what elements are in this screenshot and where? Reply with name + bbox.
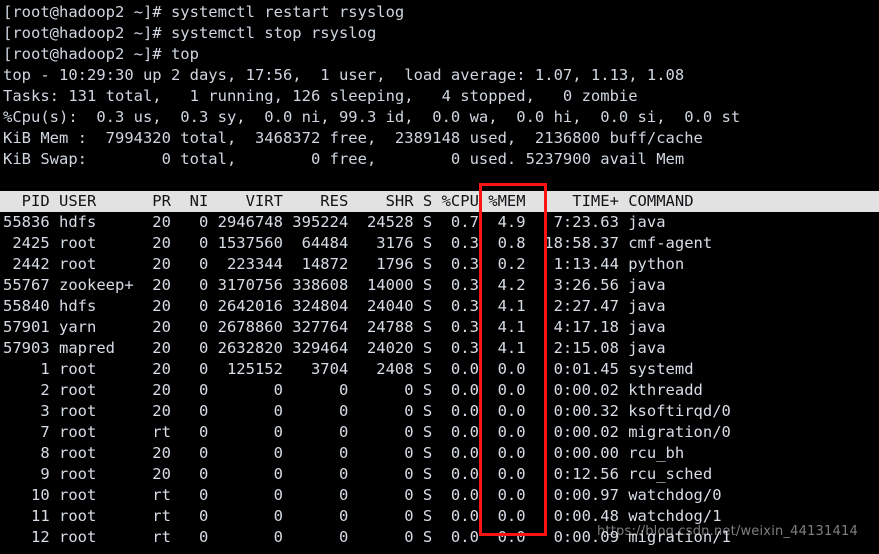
command-line-stop-rsyslog: [root@hadoop2 ~]# systemctl stop rsyslog [3, 24, 377, 42]
command-line-top: [root@hadoop2 ~]# top [3, 45, 199, 63]
table-row[interactable]: 55767 zookeep+ 20 0 3170756 338608 14000… [0, 275, 879, 296]
top-tasks-line: Tasks: 131 total, 1 running, 126 sleepin… [3, 87, 638, 105]
table-row[interactable]: 57901 yarn 20 0 2678860 327764 24788 S 0… [0, 317, 879, 338]
top-uptime-line: top - 10:29:30 up 2 days, 17:56, 1 user,… [3, 66, 685, 84]
command-line-restart-rsyslog: [root@hadoop2 ~]# systemctl restart rsys… [3, 3, 405, 21]
table-row[interactable]: 12 root rt 0 0 0 0 S 0.0 0.0 0:00.09 mig… [0, 527, 879, 548]
process-table-body: 55836 hdfs 20 0 2946748 395224 24528 S 0… [0, 212, 879, 548]
table-row[interactable]: 55840 hdfs 20 0 2642016 324804 24040 S 0… [0, 296, 879, 317]
process-table-header[interactable]: PID USER PR NI VIRT RES SHR S %CPU %MEM … [0, 191, 879, 212]
table-row[interactable]: 9 root 20 0 0 0 0 S 0.0 0.0 0:12.56 rcu_… [0, 464, 879, 485]
terminal-window[interactable]: [root@hadoop2 ~]# systemctl restart rsys… [0, 0, 879, 554]
table-row[interactable]: 2425 root 20 0 1537560 64484 3176 S 0.3 … [0, 233, 879, 254]
table-row[interactable]: 7 root rt 0 0 0 0 S 0.0 0.0 0:00.02 migr… [0, 422, 879, 443]
table-row[interactable]: 2 root 20 0 0 0 0 S 0.0 0.0 0:00.02 kthr… [0, 380, 879, 401]
table-row[interactable]: 57903 mapred 20 0 2632820 329464 24020 S… [0, 338, 879, 359]
terminal-output: [root@hadoop2 ~]# systemctl restart rsys… [0, 0, 879, 548]
top-swap-line: KiB Swap: 0 total, 0 free, 0 used. 52379… [3, 150, 685, 168]
table-row[interactable]: 2442 root 20 0 223344 14872 1796 S 0.3 0… [0, 254, 879, 275]
table-row[interactable]: 11 root rt 0 0 0 0 S 0.0 0.0 0:00.48 wat… [0, 506, 879, 527]
table-row[interactable]: 55836 hdfs 20 0 2946748 395224 24528 S 0… [0, 212, 879, 233]
table-row[interactable]: 8 root 20 0 0 0 0 S 0.0 0.0 0:00.00 rcu_… [0, 443, 879, 464]
top-cpu-line: %Cpu(s): 0.3 us, 0.3 sy, 0.0 ni, 99.3 id… [3, 108, 741, 126]
table-row[interactable]: 1 root 20 0 125152 3704 2408 S 0.0 0.0 0… [0, 359, 879, 380]
table-row[interactable]: 3 root 20 0 0 0 0 S 0.0 0.0 0:00.32 ksof… [0, 401, 879, 422]
table-row[interactable]: 10 root rt 0 0 0 0 S 0.0 0.0 0:00.97 wat… [0, 485, 879, 506]
top-mem-line: KiB Mem : 7994320 total, 3468372 free, 2… [3, 129, 703, 147]
